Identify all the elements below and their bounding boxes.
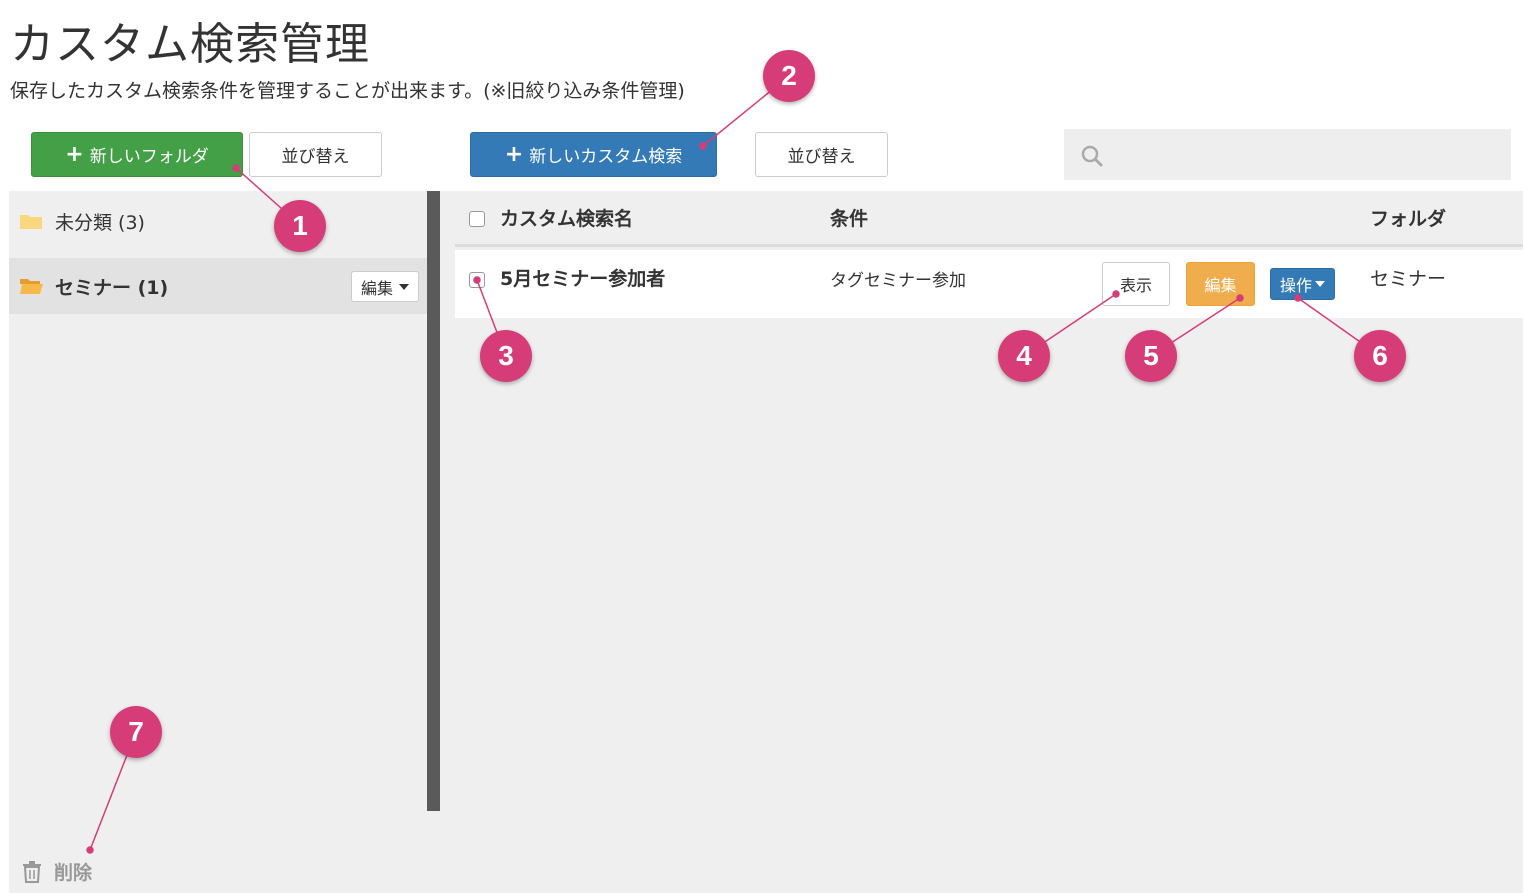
folder-sort-label: 並び替え <box>281 147 350 167</box>
new-custom-search-label: 新しいカスタム検索 <box>529 147 683 167</box>
new-custom-search-button[interactable]: + 新しいカスタム検索 <box>470 132 717 177</box>
folder-label: 未分類 (3) <box>55 211 145 234</box>
annotation-badge-2: 2 <box>763 50 815 102</box>
new-folder-label: 新しいフォルダ <box>89 147 209 167</box>
folder-edit-label: 編集 <box>360 278 393 298</box>
row-condition: タグセミナー参加 <box>830 271 966 291</box>
row-name: 5月セミナー参加者 <box>500 268 666 290</box>
delete-button[interactable]: 削除 <box>22 858 92 885</box>
bottom-strip <box>427 811 440 893</box>
chevron-down-icon <box>1315 281 1325 287</box>
annotation-badge-3: 3 <box>480 330 532 382</box>
edit-button[interactable]: 編集 <box>1186 262 1255 306</box>
operations-dropdown[interactable]: 操作 <box>1270 268 1335 300</box>
new-folder-button[interactable]: + 新しいフォルダ <box>31 132 243 177</box>
folder-sort-button[interactable]: 並び替え <box>249 132 382 177</box>
annotation-badge-4: 4 <box>998 330 1050 382</box>
folder-open-icon <box>20 279 43 294</box>
folder-panel: 未分類 (3) セミナー (1) 編集 <box>9 191 427 893</box>
annotation-badge-5: 5 <box>1125 330 1177 382</box>
table-header: カスタム検索名 条件 フォルダ <box>455 191 1523 247</box>
page-title: カスタム検索管理 <box>10 19 370 70</box>
folder-label: セミナー (1) <box>55 276 169 299</box>
operations-label: 操作 <box>1279 276 1312 295</box>
view-button[interactable]: 表示 <box>1102 262 1170 306</box>
plus-icon: + <box>504 141 524 167</box>
view-label: 表示 <box>1119 276 1152 295</box>
folder-item-uncategorized[interactable]: 未分類 (3) <box>9 193 427 249</box>
folder-item-seminar[interactable]: セミナー (1) 編集 <box>9 258 427 314</box>
annotation-badge-7: 7 <box>110 706 162 758</box>
plus-icon: + <box>65 141 84 167</box>
custom-search-page: カスタム検索管理 保存したカスタム検索条件を管理することが出来ます。(※旧絞り込… <box>0 0 1536 893</box>
panel-divider[interactable] <box>427 191 440 811</box>
search-icon <box>1081 145 1103 167</box>
delete-label: 削除 <box>54 862 93 884</box>
search-sort-label: 並び替え <box>787 147 856 167</box>
search-input[interactable] <box>1064 129 1511 180</box>
trash-icon <box>23 860 41 883</box>
folder-edit-dropdown[interactable]: 編集 <box>351 271 419 302</box>
annotation-badge-1: 1 <box>274 200 326 252</box>
header-name: カスタム検索名 <box>500 208 634 230</box>
header-condition: 条件 <box>830 208 869 230</box>
table-row: 5月セミナー参加者 タグセミナー参加 表示 編集 操作 セミナー <box>455 250 1523 318</box>
chevron-down-icon <box>399 283 409 290</box>
header-folder: フォルダ <box>1370 208 1447 230</box>
edit-label: 編集 <box>1204 276 1237 295</box>
custom-search-table: カスタム検索名 条件 フォルダ 5月セミナー参加者 タグセミナー参加 表示 編集… <box>440 191 1523 893</box>
folder-icon <box>20 215 42 229</box>
row-folder: セミナー <box>1370 268 1447 290</box>
page-subtitle: 保存したカスタム検索条件を管理することが出来ます。(※旧絞り込み条件管理) <box>10 80 685 102</box>
annotation-badge-6: 6 <box>1354 330 1406 382</box>
search-sort-button[interactable]: 並び替え <box>755 132 888 177</box>
select-all-checkbox[interactable] <box>469 211 485 227</box>
row-checkbox[interactable] <box>469 272 485 288</box>
